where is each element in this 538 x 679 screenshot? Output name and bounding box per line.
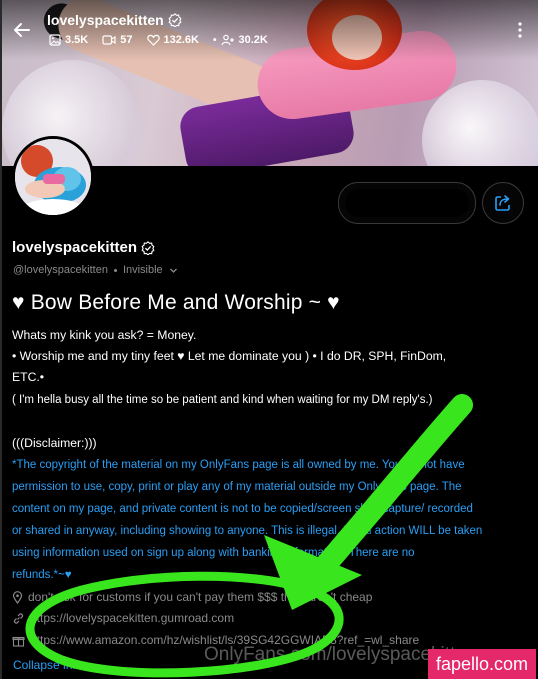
status-dropdown[interactable]: Invisible [123,264,163,276]
redacted-blob [345,189,469,217]
disclaimer-line: using information used on sign up along … [12,547,415,559]
profile-handle: @lovelyspacekitten [13,264,108,276]
stat-photos: 3.5K [49,34,88,46]
bio-line-2: • Worship me and my tiny feet ♥ Let me d… [12,349,447,363]
separator-dot [113,268,117,272]
website-row[interactable]: https://lovelyspacekitten.gumroad.com [12,611,234,625]
disclaimer-line: *The copyright of the material on my Onl… [12,459,465,471]
location-text: don't ask for customs if you can't pay t… [28,590,373,604]
video-icon [102,35,116,45]
link-icon [13,612,24,624]
bullet-separator: • [212,34,217,46]
fapello-badge: fapello.com [427,649,536,679]
bio-headline: ♥ Bow Before Me and Worship ~ ♥ [12,291,340,314]
fans-icon [220,34,234,46]
profile-stats: 3.5K 57 132.6K • 30.2K [49,34,268,46]
bio-line-3: ETC.• [12,370,45,384]
collapse-info-link[interactable]: Collapse info [13,658,82,672]
disclaimer-title: (((Disclaimer:))) [12,436,97,450]
disclaimer-line: refunds.*~♥ [12,569,72,581]
verified-icon [141,240,155,255]
share-icon [495,195,510,211]
disclaimer-line: or shared in anyway, including showing t… [12,525,483,537]
subscribe-pill-button[interactable] [338,182,476,224]
stat-videos: 57 [102,34,133,46]
location-row: don't ask for customs if you can't pay t… [12,590,372,604]
heart-icon [146,34,160,46]
avatar[interactable] [12,136,94,218]
bio-line-1: Whats my kink you ask? = Money. [12,328,197,342]
header-title: lovelyspacekitten [47,12,182,28]
verified-icon [168,13,182,27]
bio-line-4: ( I'm hella busy all the time so be pati… [12,394,433,406]
stat-likes: 132.6K [146,34,199,46]
share-button[interactable] [482,182,524,224]
chevron-down-icon[interactable] [169,266,178,275]
image-icon [49,34,61,46]
back-arrow-icon[interactable] [12,20,32,40]
header-display-name: lovelyspacekitten [47,12,164,28]
handle-row: @lovelyspacekitten Invisible [13,264,178,276]
website-link[interactable]: https://lovelyspacekitten.gumroad.com [30,611,234,625]
stat-fans: • 30.2K [212,34,268,46]
gift-icon [12,636,25,647]
disclaimer-line: content on my page, and private content … [12,503,473,515]
more-options-icon[interactable] [518,22,522,38]
banner-shade [2,0,538,60]
location-pin-icon [12,590,23,604]
profile-name: lovelyspacekitten [12,239,155,256]
disclaimer-line: permission to use, copy, print or play a… [12,481,462,493]
